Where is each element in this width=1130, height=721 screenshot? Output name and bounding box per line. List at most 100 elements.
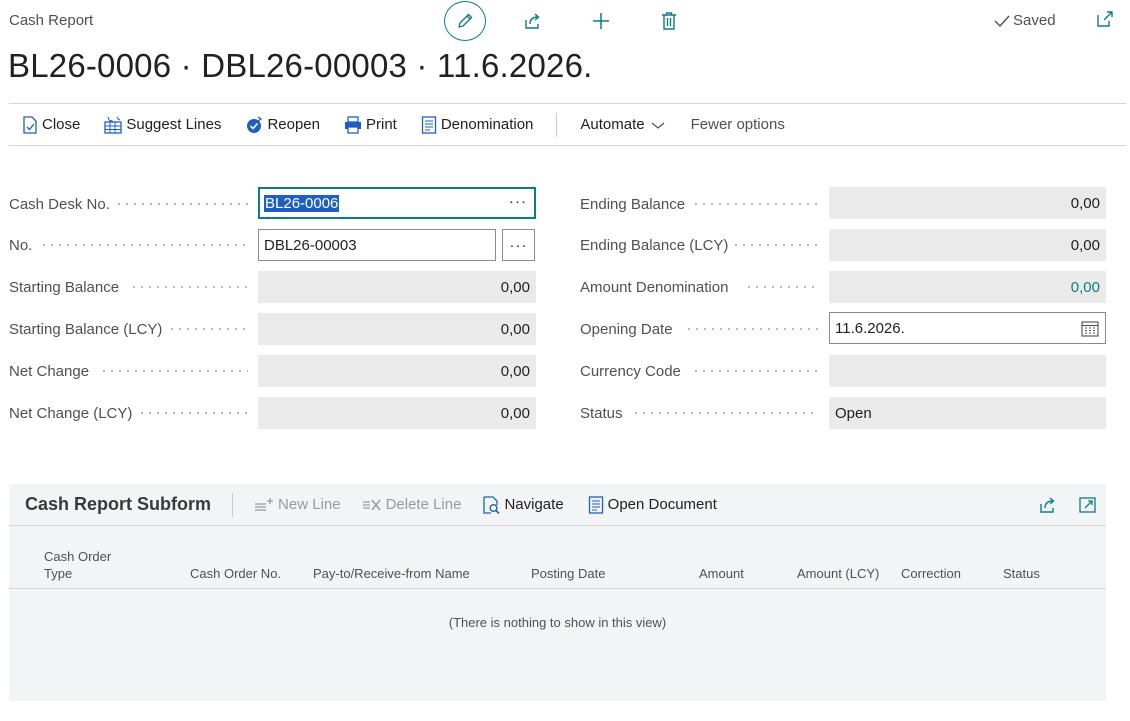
navigate-button[interactable]: Navigate xyxy=(482,495,564,514)
leader-dots xyxy=(138,397,248,429)
reopen-icon xyxy=(247,115,263,133)
subform-title: Cash Report Subform xyxy=(25,494,212,514)
automate-menu[interactable]: Automate xyxy=(580,104,664,145)
new-line-button[interactable]: New Line xyxy=(254,496,341,513)
ending-balance-value: 0,00 xyxy=(829,187,1106,219)
starting-balance-lcy-value: 0,00 xyxy=(258,313,536,345)
leader-dots xyxy=(130,271,248,303)
cash-desk-lookup-icon[interactable]: ··· xyxy=(509,193,527,210)
calendar-icon[interactable] xyxy=(1081,320,1099,337)
action-separator xyxy=(556,112,558,137)
new-button[interactable] xyxy=(580,1,622,41)
amount-denomination-link[interactable]: 0,00 xyxy=(829,271,1106,303)
share-button[interactable] xyxy=(512,1,554,41)
page-caption: Cash Report xyxy=(9,12,94,29)
cash-desk-no-field[interactable]: BL26-0006 ··· xyxy=(258,187,536,219)
leader-dots xyxy=(632,397,819,429)
open-document-button[interactable]: Open Document xyxy=(588,495,717,514)
col-status[interactable]: Status xyxy=(1003,565,1040,582)
col-amount-lcy[interactable]: Amount (LCY) xyxy=(797,565,879,582)
close-button[interactable]: Close xyxy=(22,104,80,145)
no-value: DBL26-00003 xyxy=(264,236,357,254)
net-change-lcy-value: 0,00 xyxy=(258,397,536,429)
saved-status: Saved xyxy=(994,12,1056,29)
no-assist-edit-button[interactable]: ··· xyxy=(502,229,535,261)
navigate-label: Navigate xyxy=(504,496,564,513)
leader-dots xyxy=(692,188,819,220)
leader-dots xyxy=(115,188,248,220)
share-icon xyxy=(525,13,540,29)
starting-balance-value: 0,00 xyxy=(258,271,536,303)
no-field[interactable]: DBL26-00003 xyxy=(258,229,496,261)
empty-state-message: (There is nothing to show in this view) xyxy=(448,615,667,630)
new-line-icon xyxy=(255,497,274,511)
open-document-icon xyxy=(588,495,603,514)
printer-icon xyxy=(344,115,361,134)
pencil-icon xyxy=(458,13,473,28)
reopen-button[interactable]: Reopen xyxy=(245,104,320,145)
print-button[interactable]: Print xyxy=(344,104,397,145)
new-line-label: New Line xyxy=(278,496,341,513)
leader-dots xyxy=(692,355,819,387)
denomination-label: Denomination xyxy=(440,116,534,133)
denomination-button[interactable]: Denomination xyxy=(421,104,534,145)
cash-report-subform: Cash Report Subform New Line Delete Line… xyxy=(9,484,1106,701)
leader-dots xyxy=(732,229,819,261)
chevron-down-icon xyxy=(651,122,664,129)
share-icon[interactable] xyxy=(1038,495,1058,515)
leader-dots xyxy=(685,313,819,345)
currency-code-label: Currency Code xyxy=(580,362,681,380)
opening-date-label: Opening Date xyxy=(580,320,673,338)
popout-icon xyxy=(1097,11,1113,27)
col-cash-order-type[interactable]: Cash Order Type xyxy=(44,548,111,582)
col-amount[interactable]: Amount xyxy=(699,565,744,582)
opening-date-field[interactable]: 11.6.2026. xyxy=(829,312,1106,344)
cash-desk-no-label: Cash Desk No. xyxy=(9,195,110,213)
delete-line-label: Delete Line xyxy=(385,496,462,513)
reopen-label: Reopen xyxy=(267,116,320,133)
col-cash-order-type-line1: Cash Order xyxy=(44,549,112,564)
net-change-lcy-label: Net Change (LCY) xyxy=(9,404,133,422)
subform-header: Cash Report Subform New Line Delete Line… xyxy=(9,484,1106,526)
opening-date-value: 11.6.2026. xyxy=(835,319,905,337)
amount-denomination-label: Amount Denomination xyxy=(580,278,729,296)
popout-button[interactable] xyxy=(1096,10,1114,33)
header-actions xyxy=(444,1,690,41)
leader-dots xyxy=(168,313,248,345)
suggest-lines-label: Suggest Lines xyxy=(126,116,222,133)
suggest-lines-icon xyxy=(104,116,123,134)
check-icon xyxy=(994,15,1010,27)
delete-button[interactable] xyxy=(648,1,690,41)
edit-button[interactable] xyxy=(444,1,486,41)
open-document-label: Open Document xyxy=(607,496,717,513)
expand-icon[interactable] xyxy=(1078,495,1098,515)
print-label: Print xyxy=(365,116,397,133)
net-change-label: Net Change xyxy=(9,362,90,380)
currency-code-value xyxy=(829,355,1106,387)
delete-line-icon xyxy=(362,499,381,510)
col-correction[interactable]: Correction xyxy=(901,565,961,582)
automate-label: Automate xyxy=(580,116,645,133)
trash-icon xyxy=(662,12,676,30)
leader-dots xyxy=(745,271,819,303)
status-label: Status xyxy=(580,404,623,422)
starting-balance-label: Starting Balance xyxy=(9,278,120,296)
col-pay-to-name[interactable]: Pay-to/Receive-from Name xyxy=(313,565,470,582)
page-title: BL26-0006 · DBL26-00003 · 11.6.2026. xyxy=(8,47,593,84)
subform-separator xyxy=(232,492,234,517)
leader-dots xyxy=(40,229,248,261)
action-bar: Close Suggest Lines Reopen Print Denomin… xyxy=(9,103,1126,146)
col-posting-date[interactable]: Posting Date xyxy=(531,565,605,582)
col-cash-order-no[interactable]: Cash Order No. xyxy=(190,565,281,582)
plus-icon xyxy=(593,13,609,29)
saved-label: Saved xyxy=(1013,12,1056,29)
ending-balance-label: Ending Balance xyxy=(580,195,686,213)
fewer-options-button[interactable]: Fewer options xyxy=(691,104,785,145)
col-cash-order-type-line2: Type xyxy=(44,566,73,581)
delete-line-button[interactable]: Delete Line xyxy=(362,496,462,513)
suggest-lines-button[interactable]: Suggest Lines xyxy=(104,104,221,145)
status-value: Open xyxy=(829,397,1106,429)
denomination-icon xyxy=(421,115,436,134)
ending-balance-lcy-label: Ending Balance (LCY) xyxy=(580,236,729,254)
no-label: No. xyxy=(9,236,33,254)
